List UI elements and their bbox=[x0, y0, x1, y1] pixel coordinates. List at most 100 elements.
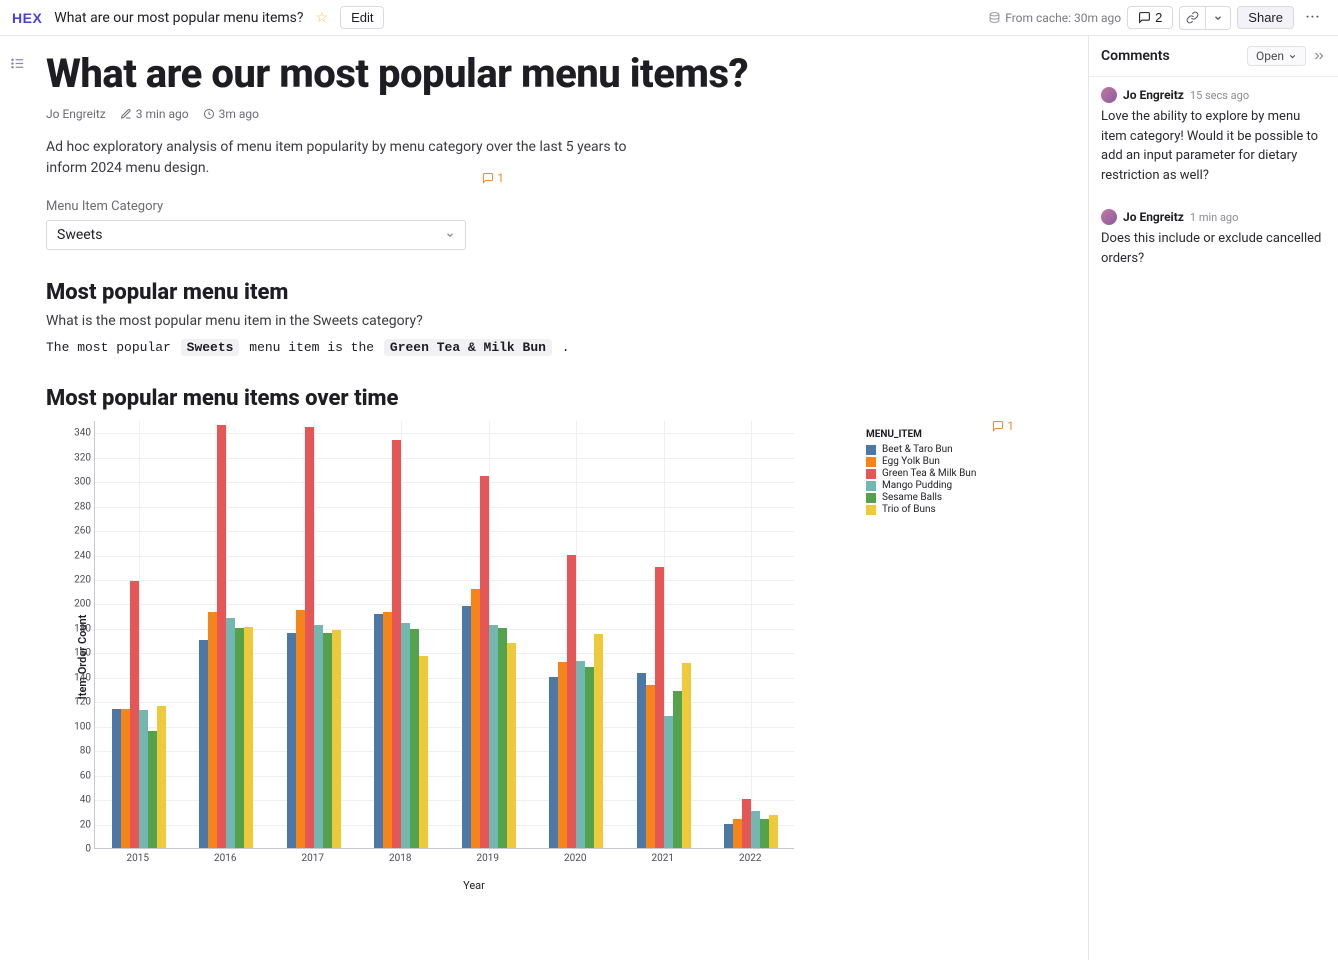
bar[interactable] bbox=[157, 706, 166, 848]
link-dropdown-button[interactable] bbox=[1205, 6, 1231, 30]
legend-item[interactable]: Green Tea & Milk Bun bbox=[866, 468, 1014, 479]
y-tick-label: 240 bbox=[61, 550, 91, 561]
bar[interactable] bbox=[637, 673, 646, 848]
y-tick-label: 40 bbox=[61, 795, 91, 806]
bar[interactable] bbox=[217, 425, 226, 848]
bar[interactable] bbox=[507, 643, 516, 848]
bar[interactable] bbox=[305, 427, 314, 848]
section1-question: What is the most popular menu item in th… bbox=[46, 313, 1014, 329]
bar[interactable] bbox=[374, 614, 383, 848]
description-block: Ad hoc exploratory analysis of menu item… bbox=[46, 137, 1014, 179]
link-button-group bbox=[1179, 6, 1231, 30]
collapse-panel-button[interactable] bbox=[1312, 49, 1326, 63]
bar[interactable] bbox=[549, 677, 558, 848]
bar[interactable] bbox=[558, 662, 567, 848]
copy-link-button[interactable] bbox=[1179, 6, 1205, 30]
bar[interactable] bbox=[724, 824, 733, 848]
bar[interactable] bbox=[646, 685, 655, 848]
bar[interactable] bbox=[419, 656, 428, 848]
chart-comment-badge[interactable]: 1 bbox=[992, 419, 1014, 433]
bar[interactable] bbox=[287, 633, 296, 848]
x-tick-label: 2019 bbox=[477, 853, 499, 864]
comment-item[interactable]: Jo Engreitz1 min agoDoes this include or… bbox=[1089, 199, 1338, 282]
bar[interactable] bbox=[139, 710, 148, 848]
bar[interactable] bbox=[401, 623, 410, 848]
bar[interactable] bbox=[471, 589, 480, 848]
bar[interactable] bbox=[130, 581, 139, 848]
comment-head: Jo Engreitz1 min ago bbox=[1101, 209, 1326, 225]
gridline bbox=[95, 458, 794, 459]
bar[interactable] bbox=[199, 640, 208, 848]
bar[interactable] bbox=[121, 709, 130, 848]
bar[interactable] bbox=[226, 618, 235, 848]
bar[interactable] bbox=[296, 610, 305, 848]
bar[interactable] bbox=[664, 716, 673, 848]
comments-button[interactable]: 2 bbox=[1127, 6, 1173, 29]
bar[interactable] bbox=[383, 612, 392, 848]
bar[interactable] bbox=[392, 440, 401, 848]
topbar: HEX What are our most popular menu items… bbox=[0, 0, 1338, 36]
y-tick-label: 160 bbox=[61, 648, 91, 659]
bar[interactable] bbox=[489, 625, 498, 848]
meta-row: Jo Engreitz 3 min ago 3m ago bbox=[46, 107, 1014, 121]
toc-icon[interactable] bbox=[10, 56, 25, 960]
author: Jo Engreitz bbox=[46, 107, 106, 121]
bar[interactable] bbox=[742, 799, 751, 848]
comments-filter-label: Open bbox=[1256, 49, 1284, 63]
legend-item[interactable]: Egg Yolk Bun bbox=[866, 456, 1014, 467]
legend-item[interactable]: Sesame Balls bbox=[866, 492, 1014, 503]
legend-item[interactable]: Mango Pudding bbox=[866, 480, 1014, 491]
description-comment-badge[interactable]: 1 bbox=[482, 171, 504, 185]
project-title: What are our most popular menu items? bbox=[54, 10, 303, 26]
category-gridline bbox=[751, 421, 752, 848]
legend-item[interactable]: Trio of Buns bbox=[866, 504, 1014, 515]
bar[interactable] bbox=[576, 661, 585, 848]
bar[interactable] bbox=[208, 612, 217, 848]
bar[interactable] bbox=[673, 691, 682, 848]
bar[interactable] bbox=[733, 819, 742, 848]
bar[interactable] bbox=[594, 634, 603, 848]
comment-item[interactable]: Jo Engreitz15 secs agoLove the ability t… bbox=[1089, 77, 1338, 199]
answer-item-token: Green Tea & Milk Bun bbox=[384, 339, 552, 356]
bar[interactable] bbox=[655, 567, 664, 848]
cache-status-text: From cache: 30m ago bbox=[1005, 11, 1121, 25]
param-label: Menu Item Category bbox=[46, 199, 1014, 214]
legend-item[interactable]: Beet & Taro Bun bbox=[866, 444, 1014, 455]
bar[interactable] bbox=[462, 606, 471, 848]
share-button[interactable]: Share bbox=[1237, 6, 1294, 29]
bar[interactable] bbox=[682, 663, 691, 848]
category-select-value: Sweets bbox=[57, 227, 103, 243]
bar[interactable] bbox=[760, 819, 769, 848]
bar[interactable] bbox=[585, 667, 594, 848]
legend-swatch bbox=[866, 457, 876, 467]
bar[interactable] bbox=[410, 629, 419, 848]
comment-body: Love the ability to explore by menu item… bbox=[1101, 107, 1326, 185]
logo[interactable]: HEX bbox=[12, 10, 42, 26]
bar[interactable] bbox=[314, 625, 323, 848]
x-tick-label: 2017 bbox=[302, 853, 324, 864]
bar[interactable] bbox=[480, 476, 489, 848]
more-menu-button[interactable]: ··· bbox=[1300, 6, 1326, 30]
bar[interactable] bbox=[323, 633, 332, 848]
history-icon bbox=[203, 108, 215, 120]
bar[interactable] bbox=[244, 627, 253, 848]
bar[interactable] bbox=[112, 709, 121, 848]
category-select[interactable]: Sweets bbox=[46, 220, 466, 250]
bar[interactable] bbox=[332, 630, 341, 848]
bar[interactable] bbox=[751, 811, 760, 848]
bar[interactable] bbox=[148, 731, 157, 848]
comments-filter-dropdown[interactable]: Open bbox=[1247, 46, 1306, 66]
chart-wrap: Item Order Count 02040608010012014016018… bbox=[46, 421, 1014, 892]
star-icon[interactable]: ☆ bbox=[316, 10, 329, 26]
bar[interactable] bbox=[235, 628, 244, 848]
content-scroll[interactable]: What are our most popular menu items? Jo… bbox=[0, 36, 1088, 960]
comment-icon bbox=[992, 420, 1004, 432]
edited-ago-text: 3 min ago bbox=[136, 107, 189, 121]
bar[interactable] bbox=[498, 628, 507, 848]
comments-panel: Comments Open Jo Engreitz15 secs agoLove… bbox=[1088, 36, 1338, 960]
x-axis-title: Year bbox=[94, 879, 854, 892]
legend-label: Green Tea & Milk Bun bbox=[882, 468, 976, 479]
bar[interactable] bbox=[567, 555, 576, 848]
bar[interactable] bbox=[769, 815, 778, 848]
edit-button[interactable]: Edit bbox=[340, 6, 384, 29]
